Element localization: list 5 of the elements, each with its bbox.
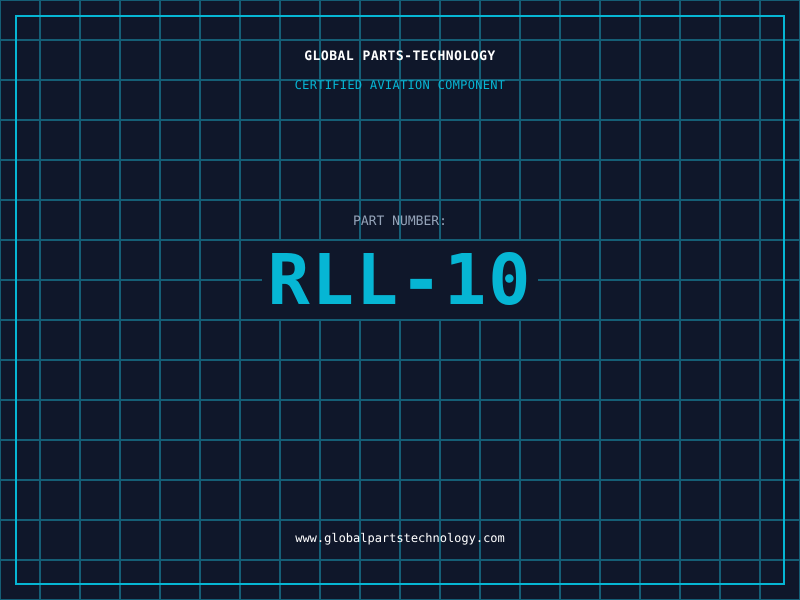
company-title: GLOBAL PARTS-TECHNOLOGY: [304, 49, 496, 64]
part-number-label: PART NUMBER:: [353, 214, 447, 229]
company-subtitle: CERTIFIED AVIATION COMPONENT: [294, 78, 506, 92]
part-number: RLL-10: [262, 241, 538, 319]
website-url: www.globalpartstechnology.com: [295, 531, 505, 545]
